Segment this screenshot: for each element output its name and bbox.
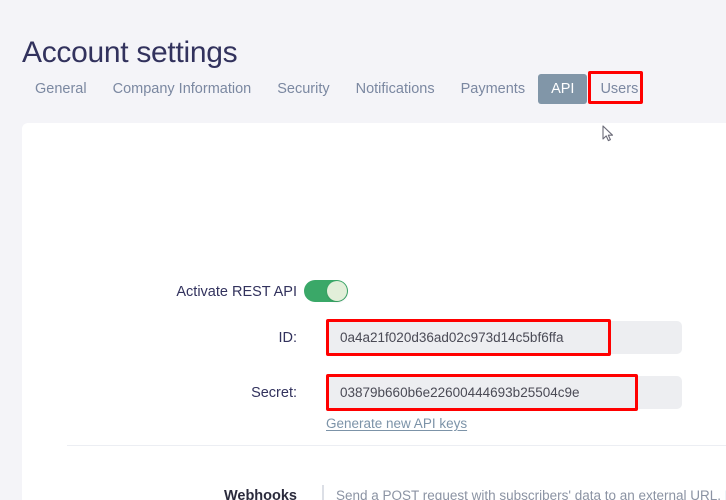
settings-tab-bar: General Company Information Security Not… [22, 74, 651, 104]
generate-new-api-keys-link[interactable]: Generate new API keys [326, 416, 467, 431]
tab-users[interactable]: Users [587, 74, 651, 104]
toggle-knob [327, 281, 347, 301]
tab-company-information[interactable]: Company Information [100, 74, 265, 104]
account-settings-page: Account settings General Company Informa… [0, 0, 726, 500]
section-divider [67, 445, 726, 446]
webhooks-accent-bar [322, 485, 324, 500]
tab-security[interactable]: Security [264, 74, 342, 104]
api-secret-label: Secret: [251, 385, 297, 401]
tab-api[interactable]: API [538, 74, 588, 104]
settings-content-card: Activate REST API ID: Secret: Generate n… [22, 123, 726, 500]
webhooks-description: Send a POST request with subscribers' da… [336, 488, 726, 500]
webhooks-label: Webhooks [223, 488, 297, 500]
activate-rest-api-label: Activate REST API [176, 284, 297, 300]
api-id-label: ID: [278, 330, 297, 346]
activate-rest-api-toggle[interactable] [304, 280, 348, 302]
webhooks-description-text: Send a POST request with subscribers' da… [336, 488, 722, 500]
tab-notifications[interactable]: Notifications [343, 74, 448, 104]
tab-payments[interactable]: Payments [448, 74, 538, 104]
page-title: Account settings [22, 36, 238, 70]
tab-general[interactable]: General [22, 74, 100, 104]
api-secret-input[interactable] [326, 376, 682, 409]
api-id-input[interactable] [326, 321, 682, 354]
